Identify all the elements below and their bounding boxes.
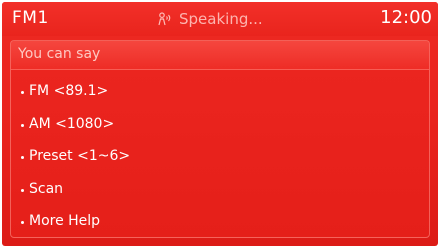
band-label: FM1	[12, 8, 49, 28]
command-label: Preset <1~6>	[29, 148, 131, 164]
panel-header: You can say	[11, 41, 429, 70]
command-label: Scan	[29, 180, 64, 197]
bullet-icon	[21, 188, 24, 192]
command-label: AM <1080>	[29, 115, 115, 132]
panel-title: You can say	[18, 46, 101, 62]
voice-status-text: Speaking...	[179, 10, 263, 28]
command-item-fm[interactable]: FM <89.1>	[11, 83, 429, 116]
voice-status: Speaking...	[158, 10, 263, 28]
bullet-icon	[21, 123, 24, 127]
command-list: FM <89.1> AM <1080> Preset <1~6> Scan Mo…	[11, 83, 429, 246]
command-item-more-help[interactable]: More Help	[11, 213, 429, 246]
voice-speaking-icon	[158, 12, 172, 26]
bullet-icon	[21, 91, 24, 94]
bullet-icon	[21, 221, 24, 224]
help-panel: You can say FM <89.1> AM <1080> Preset <…	[10, 40, 430, 238]
command-label: FM <89.1>	[29, 83, 109, 99]
command-label: More Help	[29, 213, 101, 229]
voice-recognition-screen: FM1 Speaking... 12:00 You can say FM <89…	[2, 2, 438, 246]
command-item-preset[interactable]: Preset <1~6>	[11, 148, 429, 181]
bullet-icon	[21, 156, 24, 159]
command-item-am[interactable]: AM <1080>	[11, 116, 429, 149]
command-item-scan[interactable]: Scan	[11, 181, 429, 214]
status-bar: FM1 Speaking... 12:00	[2, 2, 438, 36]
clock: 12:00	[380, 7, 432, 28]
